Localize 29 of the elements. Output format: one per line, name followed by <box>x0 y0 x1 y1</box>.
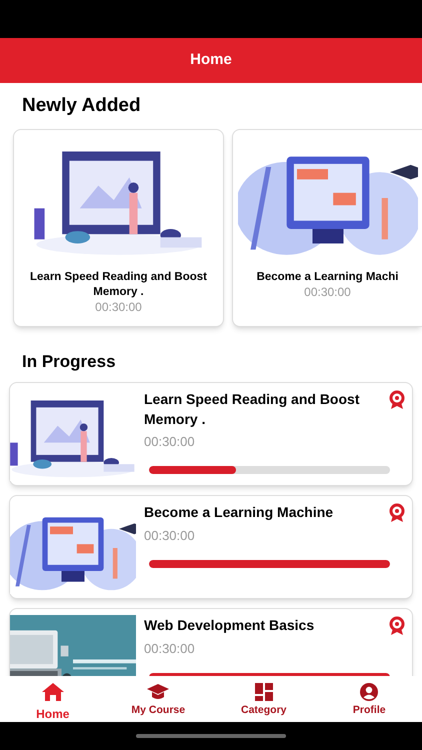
course-title: Become a Learning Machi <box>256 270 400 284</box>
course-card[interactable]: Become a Learning Machi 00:30:00 <box>232 128 422 326</box>
section-heading: In Progress <box>22 350 116 373</box>
profile-icon <box>359 682 380 702</box>
course-card[interactable]: Web Development Basics 00:30:00 <box>9 608 413 676</box>
section-heading: Newly Added <box>22 94 141 118</box>
course-duration: 00:30:00 <box>95 300 142 314</box>
award-icon <box>388 390 406 410</box>
header-title: Home <box>190 50 232 70</box>
course-card[interactable]: Learn Speed Reading and Boost Memory . 00:30:00 <box>9 382 413 486</box>
award-icon <box>388 503 406 523</box>
course-card[interactable]: Learn Speed Reading and Boost Memory . 00:30:00 <box>13 128 224 326</box>
course-title: Web Development Basics <box>144 616 314 635</box>
nav-tab[interactable]: Profile <box>316 676 422 722</box>
nav-tab[interactable]: My Course <box>106 676 211 722</box>
course-card[interactable]: Become a Learning Machine 00:30:00 <box>9 495 413 599</box>
course-duration: 00:30:00 <box>144 527 195 545</box>
course-title: Become a Learning Machine <box>144 503 334 522</box>
course-duration: 00:30:00 <box>144 433 195 451</box>
award-icon <box>388 616 406 636</box>
grid-icon <box>254 682 274 702</box>
home-icon <box>40 682 65 702</box>
course-duration: 00:30:00 <box>144 640 195 658</box>
course-duration: 00:30:00 <box>304 284 351 300</box>
nav-tab[interactable]: Home <box>0 676 106 722</box>
course-title: Learn Speed Reading and Boost Memory . <box>144 390 360 429</box>
course-title: Learn Speed Reading and Boost Memory . <box>29 270 208 300</box>
graduation-cap-icon <box>146 682 170 702</box>
nav-tab[interactable]: Category <box>211 676 316 722</box>
